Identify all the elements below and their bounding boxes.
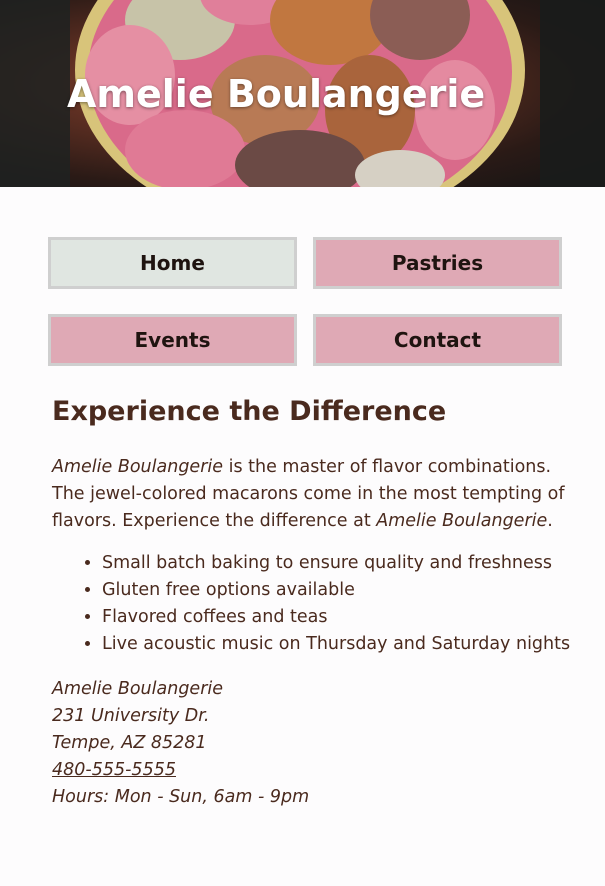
business-hours: Hours: Mon - Sun, 6am - 9pm xyxy=(52,787,310,807)
address-street: 231 University Dr. xyxy=(52,706,210,726)
nav-contact-button[interactable]: Contact xyxy=(313,314,562,366)
list-item: Flavored coffees and teas xyxy=(102,604,572,631)
nav-pastries-button[interactable]: Pastries xyxy=(313,237,562,289)
nav-events-button[interactable]: Events xyxy=(48,314,297,366)
site-title: Amelie Boulangerie xyxy=(67,72,486,116)
phone-link[interactable]: 480-555-5555 xyxy=(52,760,176,780)
nav-home-button[interactable]: Home xyxy=(48,237,297,289)
contact-address: Amelie Boulangerie 231 University Dr. Te… xyxy=(52,676,572,811)
features-list: Small batch baking to ensure quality and… xyxy=(52,550,572,658)
address-name: Amelie Boulangerie xyxy=(52,679,224,699)
intro-paragraph: Amelie Boulangerie is the master of flav… xyxy=(52,454,572,535)
nav-events-label: Events xyxy=(134,328,211,352)
hero-banner: Amelie Boulangerie xyxy=(0,0,605,187)
intro-text-end: . xyxy=(547,511,553,531)
intro-business-name-2: Amelie Boulangerie xyxy=(376,511,548,531)
main-content: Experience the Difference Amelie Boulang… xyxy=(52,392,572,811)
list-item: Gluten free options available xyxy=(102,577,572,604)
section-heading: Experience the Difference xyxy=(52,396,447,427)
nav-pastries-label: Pastries xyxy=(391,251,484,275)
address-city: Tempe, AZ 85281 xyxy=(52,733,207,753)
nav-home-label: Home xyxy=(140,251,205,275)
list-item: Small batch baking to ensure quality and… xyxy=(102,550,572,577)
nav-contact-label: Contact xyxy=(393,328,482,352)
intro-business-name: Amelie Boulangerie xyxy=(52,457,224,477)
list-item: Live acoustic music on Thursday and Satu… xyxy=(102,631,572,658)
